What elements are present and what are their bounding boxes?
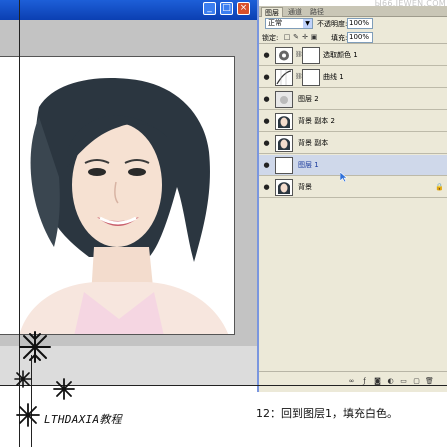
document-canvas[interactable]: [0, 56, 235, 335]
layer-row[interactable]: ● 背景 🔒: [259, 177, 447, 198]
layer-row-selected[interactable]: ● 图层 1: [259, 155, 447, 176]
mouse-cursor-icon: [340, 172, 348, 182]
blend-row: 正常 ▼ 不透明度: 100%: [259, 18, 447, 30]
tutorial-brand-label: LTHDAXIA教程: [44, 413, 122, 426]
layer-name: 选取颜色 1: [323, 51, 358, 59]
decorative-line: [31, 355, 32, 447]
snowflake-icon: [19, 331, 51, 363]
eye-icon[interactable]: ●: [262, 161, 271, 169]
eye-icon[interactable]: ●: [262, 117, 271, 125]
tab-paths[interactable]: 路径: [307, 7, 327, 17]
eye-icon[interactable]: ●: [262, 95, 271, 103]
eye-icon[interactable]: ●: [262, 183, 271, 191]
layer-thumbnail: [275, 157, 293, 174]
layer-thumbnail: [275, 179, 293, 196]
layer-thumbnail: [275, 91, 293, 108]
snowflake-icon: [16, 403, 40, 427]
fill-input[interactable]: 100%: [347, 32, 373, 43]
blend-mode-value: 正常: [268, 19, 282, 27]
close-button[interactable]: ×: [237, 2, 250, 15]
tutorial-step-text: 12：回到图层1，填充白色。: [256, 407, 398, 420]
layers-list: ● ⛓ 选取颜色 1 ● ⛓ 曲线 1 ● 图层 2 ● 背景 副本 2 ● 背…: [259, 45, 447, 371]
lock-all-icon[interactable]: ▣: [310, 33, 318, 41]
layer-name: 图层 2: [298, 95, 319, 103]
eye-icon[interactable]: ●: [262, 51, 271, 59]
opacity-input[interactable]: 100%: [347, 18, 373, 29]
layer-name: 背景 副本 2: [298, 117, 335, 125]
layer-row[interactable]: ● 背景 副本 2: [259, 111, 447, 132]
lock-row: 锁定: □ ✎ ✛ ▣ 填充: 100%: [259, 32, 447, 44]
snowflake-icon: [14, 370, 32, 388]
document-window: _ □ ×: [0, 0, 257, 385]
layer-name: 图层 1: [298, 161, 319, 169]
eye-icon[interactable]: ●: [262, 139, 271, 147]
maximize-button[interactable]: □: [220, 2, 233, 15]
lock-icon: 🔒: [435, 183, 444, 191]
snowflake-icon: [53, 378, 75, 400]
fill-label: 填充:: [331, 34, 348, 42]
document-titlebar: _ □ ×: [0, 0, 257, 20]
portrait-image: [0, 57, 234, 334]
lock-pixels-icon[interactable]: ✎: [292, 33, 300, 41]
layer-row[interactable]: ● 背景 副本: [259, 133, 447, 154]
layer-mask-thumbnail: [302, 69, 320, 86]
layer-mask-thumbnail: [302, 47, 320, 64]
blend-mode-select[interactable]: 正常 ▼: [265, 18, 313, 29]
lock-position-icon[interactable]: ✛: [301, 33, 309, 41]
layer-row[interactable]: ● ⛓ 选取颜色 1: [259, 45, 447, 66]
chevron-down-icon: ▼: [303, 19, 312, 28]
layer-row[interactable]: ● ⛓ 曲线 1: [259, 67, 447, 88]
layer-name: 背景: [298, 183, 312, 191]
tab-channels[interactable]: 通道: [285, 7, 305, 17]
panel-tabs: 图层 通道 路径: [259, 6, 447, 17]
layer-name: 背景 副本: [298, 139, 329, 147]
link-chain-icon: ⛓: [295, 73, 303, 80]
layer-thumbnail: [275, 135, 293, 152]
panel-footer: ∞ ƒ ◙ ◐ ▭ ▢ 🗑: [259, 371, 447, 392]
lock-label: 锁定:: [262, 34, 279, 42]
minimize-button[interactable]: _: [203, 2, 216, 15]
layers-panel: Ы66.JEWEN.COM 图层 通道 路径 正常 ▼ 不透明度: 100% 锁…: [257, 0, 447, 392]
opacity-label: 不透明度:: [317, 20, 348, 28]
lock-transparency-icon[interactable]: □: [283, 33, 291, 41]
layer-thumbnail: [275, 113, 293, 130]
adjustment-thumbnail-icon: [275, 47, 293, 64]
link-chain-icon: ⛓: [295, 51, 303, 58]
curves-thumbnail-icon: [275, 69, 293, 86]
layer-row[interactable]: ● 图层 2: [259, 89, 447, 110]
tab-layers[interactable]: 图层: [261, 7, 283, 17]
layer-name: 曲线 1: [323, 73, 344, 81]
eye-icon[interactable]: ●: [262, 73, 271, 81]
